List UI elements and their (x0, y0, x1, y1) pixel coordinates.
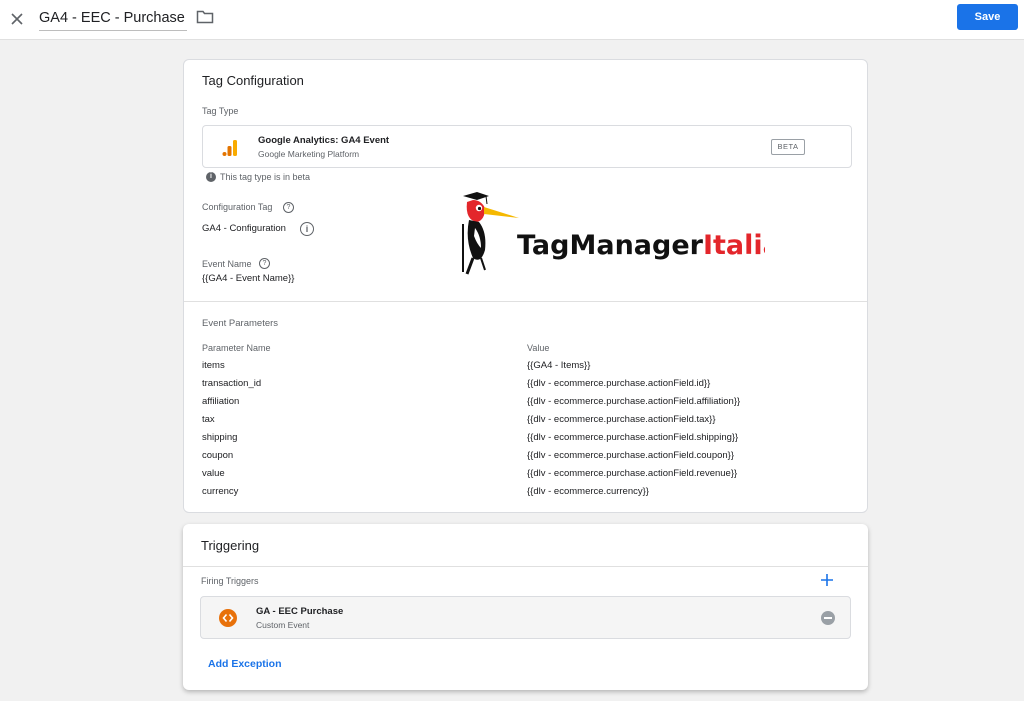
parameter-value: {{dlv - ecommerce.purchase.actionField.c… (527, 450, 735, 461)
google-analytics-icon (222, 140, 237, 156)
parameter-value: {{dlv - ecommerce.purchase.actionField.r… (527, 468, 738, 479)
close-icon[interactable] (6, 8, 28, 30)
parameter-name: affiliation (202, 396, 240, 407)
logo-text-black: TagManager (517, 230, 704, 261)
parameter-value: {{dlv - ecommerce.purchase.actionField.t… (527, 414, 716, 425)
divider (183, 566, 868, 567)
parameter-value: {{dlv - ecommerce.currency}} (527, 486, 649, 497)
trigger-name: GA - EEC Purchase (256, 606, 344, 617)
parameter-row: affiliation {{dlv - ecommerce.purchase.a… (202, 396, 842, 410)
parameter-row: items {{GA4 - Items}} (202, 360, 842, 374)
divider (184, 301, 867, 302)
firing-triggers-label: Firing Triggers (201, 576, 259, 586)
woodpecker-mascot-icon (462, 192, 519, 275)
parameter-row: coupon {{dlv - ecommerce.purchase.action… (202, 450, 842, 464)
parameter-name: transaction_id (202, 378, 262, 389)
parameter-name: shipping (202, 432, 238, 443)
tag-type-label: Tag Type (202, 106, 239, 116)
tagmanageritalia-logo: TagManagerItalia (462, 192, 765, 275)
column-header-value: Value (527, 343, 550, 353)
remove-trigger-icon[interactable] (821, 611, 835, 625)
add-exception-link[interactable]: Add Exception (208, 658, 282, 670)
trigger-type: Custom Event (256, 620, 310, 630)
event-name-value: {{GA4 - Event Name}} (202, 273, 295, 284)
triggering-card[interactable]: Triggering Firing Triggers GA - EEC Purc… (183, 524, 868, 690)
tag-configuration-card[interactable]: Tag Configuration Tag Type Google Analyt… (183, 59, 868, 513)
parameter-value: {{dlv - ecommerce.purchase.actionField.a… (527, 396, 741, 407)
custom-event-icon (219, 609, 237, 627)
beta-note: This tag type is in beta (220, 172, 311, 182)
configuration-tag-value: GA4 - Configuration (202, 223, 286, 234)
parameter-name: tax (202, 414, 215, 425)
parameter-row: transaction_id {{dlv - ecommerce.purchas… (202, 378, 842, 392)
parameter-value: {{GA4 - Items}} (527, 360, 591, 371)
beta-badge: BETA (771, 139, 805, 155)
tag-name-input[interactable]: GA4 - EEC - Purchase (39, 6, 187, 31)
parameter-row: currency {{dlv - ecommerce.currency}} (202, 486, 842, 500)
parameter-value: {{dlv - ecommerce.purchase.actionField.i… (527, 378, 711, 389)
info-circle-icon[interactable]: i (300, 222, 314, 236)
tag-type-selector[interactable]: Google Analytics: GA4 Event Google Marke… (202, 125, 852, 168)
parameter-name: coupon (202, 450, 234, 461)
parameter-row: shipping {{dlv - ecommerce.purchase.acti… (202, 432, 842, 446)
add-trigger-icon[interactable] (820, 573, 834, 587)
event-parameters-label: Event Parameters (202, 318, 279, 329)
logo-text-red: Italia (703, 230, 765, 261)
folder-icon[interactable] (196, 9, 214, 25)
svg-text:TagManagerItalia: TagManagerItalia (517, 230, 765, 261)
parameter-row: value {{dlv - ecommerce.purchase.actionF… (202, 468, 842, 482)
card-title: Tag Configuration (202, 73, 304, 88)
parameter-name: currency (202, 486, 239, 497)
event-name-label: Event Name (202, 259, 252, 269)
info-icon: i (206, 172, 216, 182)
column-header-parameter-name: Parameter Name (202, 343, 271, 353)
tag-type-subtitle: Google Marketing Platform (258, 149, 360, 159)
save-button[interactable]: Save (957, 4, 1018, 30)
configuration-tag-label: Configuration Tag (202, 202, 273, 212)
tag-type-name: Google Analytics: GA4 Event (258, 135, 390, 146)
parameter-row: tax {{dlv - ecommerce.purchase.actionFie… (202, 414, 842, 428)
top-bar: GA4 - EEC - Purchase Save (0, 0, 1024, 40)
trigger-item[interactable]: GA - EEC Purchase Custom Event (200, 596, 851, 639)
parameter-name: items (202, 360, 225, 371)
parameter-name: value (202, 468, 225, 479)
parameter-value: {{dlv - ecommerce.purchase.actionField.s… (527, 432, 739, 443)
card-title: Triggering (201, 538, 260, 553)
help-icon[interactable]: ? (259, 258, 270, 269)
help-icon[interactable]: ? (283, 202, 294, 213)
